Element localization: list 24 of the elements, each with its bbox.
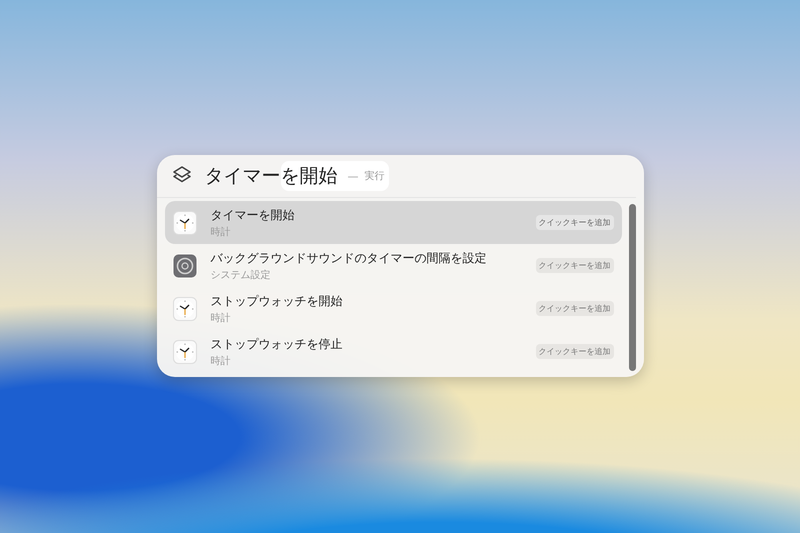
result-item[interactable]: ストップウォッチを停止 時計 クイックキーを追加 <box>164 330 622 373</box>
clock-icon <box>172 340 196 364</box>
result-item[interactable]: バックグラウンドサウンドのタイマーの間隔を設定 システム設定 クイックキーを追加 <box>164 244 622 287</box>
result-title: ストップウォッチを開始 <box>210 292 344 310</box>
result-subtitle: 時計 <box>210 226 232 238</box>
search-query[interactable]: タイマー <box>204 163 280 189</box>
result-title: ストップウォッチを停止 <box>210 336 344 352</box>
add-quick-key-button[interactable]: クイックキーを追加 <box>536 301 614 316</box>
result-title: バックグラウンドサウンドのタイマーの間隔を設定 <box>210 250 488 266</box>
result-subtitle: システム設定 <box>210 268 272 282</box>
dash-separator: — <box>348 170 358 182</box>
result-subtitle: 時計 <box>210 354 232 368</box>
add-quick-key-button[interactable]: クイックキーを追加 <box>536 258 614 273</box>
result-subtitle: 時計 <box>210 312 232 324</box>
action-hint: 実行 <box>364 170 384 183</box>
clock-icon <box>172 296 196 320</box>
add-quick-key-button[interactable]: クイックキーを追加 <box>536 215 614 230</box>
add-quick-key-button[interactable]: クイックキーを追加 <box>536 344 614 359</box>
scrollbar[interactable] <box>628 204 636 371</box>
result-item[interactable]: ストップウォッチを開始 時計 クイックキーを追加 <box>164 287 622 330</box>
clock-icon <box>172 210 196 234</box>
autocomplete-text: を開始 <box>280 164 338 189</box>
result-item[interactable]: タイマーを開始 時計 クイックキーを追加 <box>164 201 622 244</box>
result-title: タイマーを開始 <box>210 206 296 224</box>
